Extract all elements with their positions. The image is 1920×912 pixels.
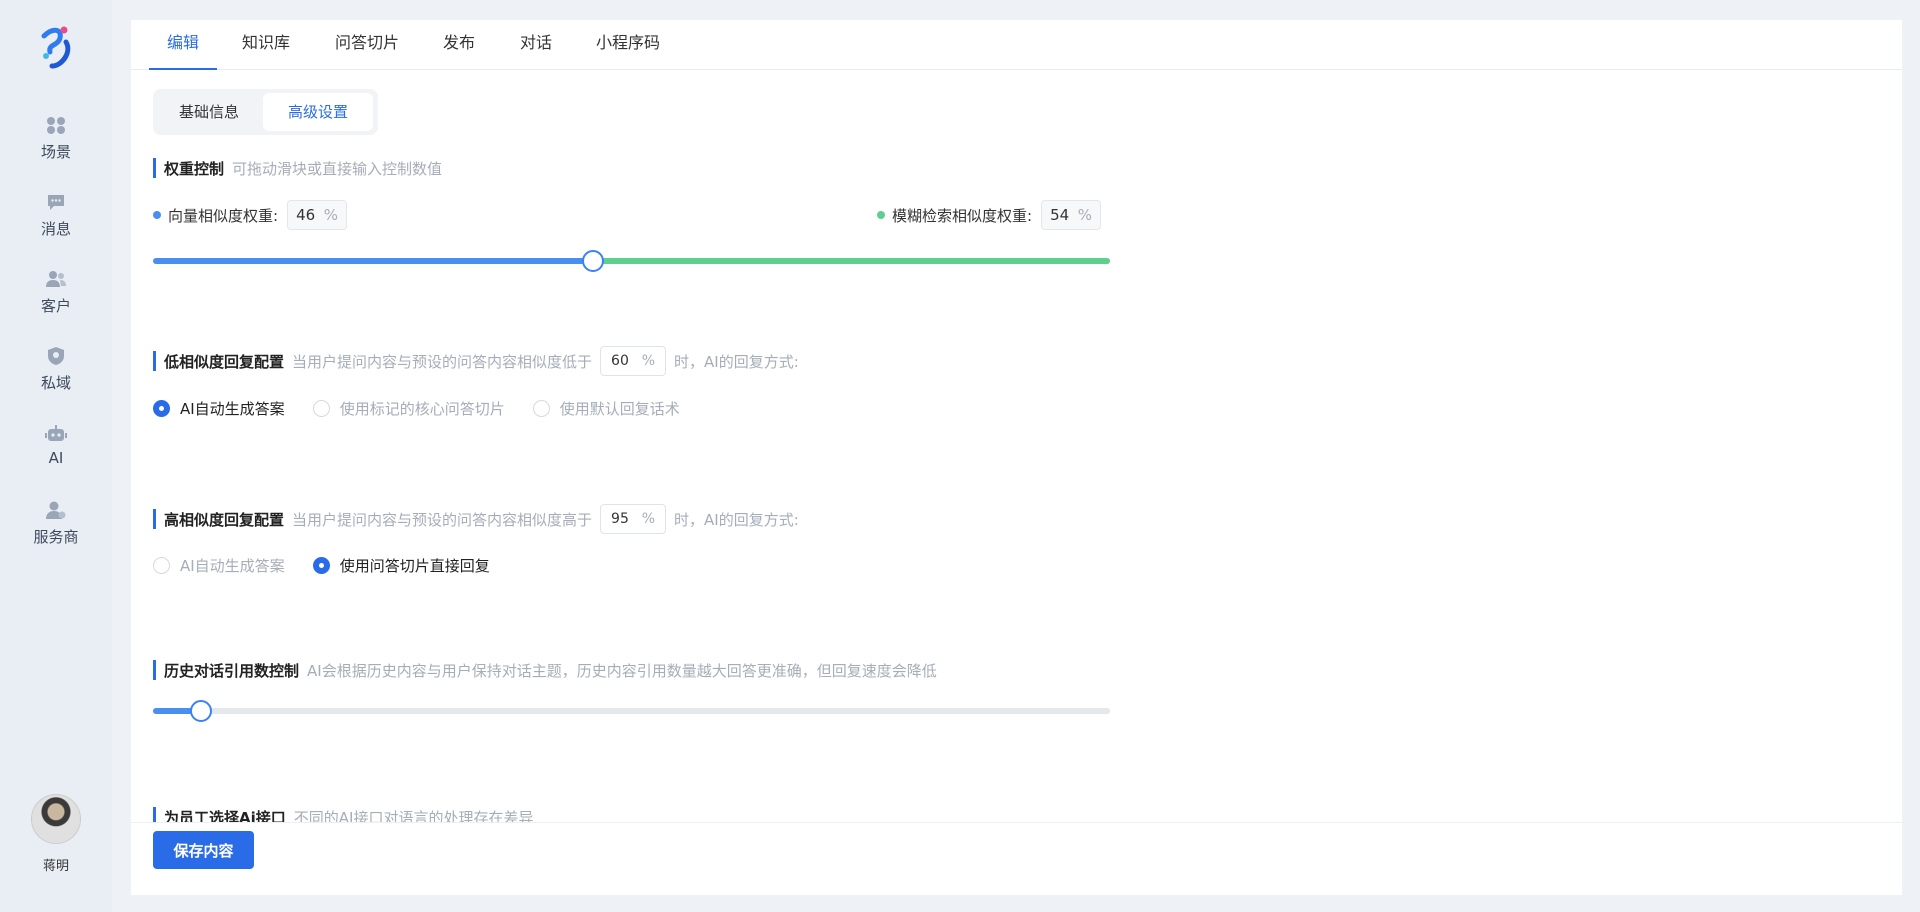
fuzzy-weight-input[interactable]: 54 %: [1041, 200, 1102, 230]
section-title: 历史对话引用数控制: [164, 661, 300, 680]
history-slider-handle[interactable]: [189, 700, 212, 722]
fuzzy-fill: [593, 258, 1110, 264]
radio-circle: [153, 399, 170, 417]
radio-label: 使用默认回复话术: [559, 399, 680, 418]
sidebar: 场景 消息 客户 私域 AI 服务商 蒋明: [0, 0, 112, 912]
user-group-icon: [44, 267, 68, 291]
high-similarity-section: 高相似度回复配置 当用户提问内容与预设的问答内容相似度高于 95 % 时，AI的…: [153, 504, 799, 534]
robot-icon: [44, 421, 68, 445]
user-name: 蒋明: [42, 859, 69, 874]
high-threshold-value: 95: [611, 511, 629, 527]
footer-bar: 保存内容: [131, 822, 1902, 895]
radio-qa-slice-direct[interactable]: 使用问答切片直接回复: [312, 555, 490, 576]
sidebar-item-private[interactable]: 私域: [0, 344, 112, 414]
history-count-section: 历史对话引用数控制 AI会根据历史内容与用户保持对话主题，历史内容引用数量越大回…: [153, 660, 937, 680]
tab-knowledge[interactable]: 知识库: [242, 20, 290, 70]
tab-dialog[interactable]: 对话: [520, 20, 552, 70]
radio-ai-generate[interactable]: AI自动生成答案: [153, 398, 285, 419]
sidebar-item-ai[interactable]: AI: [0, 421, 112, 491]
grid-icon: [44, 113, 68, 137]
section-desc: AI会根据历史内容与用户保持对话主题，历史内容引用数量越大回答更准确，但回复速度…: [307, 661, 937, 680]
service-user-icon: [44, 498, 68, 522]
section-marker: [153, 158, 156, 178]
segment-advanced-settings[interactable]: 高级设置: [263, 93, 373, 131]
tab-edit[interactable]: 编辑: [148, 20, 218, 70]
sidebar-item-label: 消息: [40, 220, 71, 238]
tab-miniprogram-code[interactable]: 小程序码: [596, 20, 660, 70]
unit: %: [1077, 206, 1093, 224]
section-marker: [153, 351, 156, 371]
vector-dot: [153, 211, 161, 219]
tab-publish[interactable]: 发布: [443, 20, 475, 70]
high-similarity-options: AI自动生成答案 使用问答切片直接回复: [153, 554, 518, 576]
vector-weight-label: 向量相似度权重:: [168, 206, 279, 225]
section-desc: 可拖动滑块或直接输入控制数值: [232, 159, 443, 178]
sidebar-item-label: 场景: [40, 143, 71, 161]
low-similarity-options: AI自动生成答案 使用标记的核心问答切片 使用默认回复话术: [153, 397, 708, 419]
save-button[interactable]: 保存内容: [153, 831, 254, 869]
shield-icon: [44, 344, 68, 368]
sidebar-item-label: 私域: [40, 374, 71, 392]
settings-segment: 基础信息 高级设置: [153, 89, 378, 135]
radio-circle: [532, 399, 550, 417]
chat-icon: [44, 190, 68, 214]
sidebar-item-label: 客户: [40, 297, 71, 315]
low-similarity-section: 低相似度回复配置 当用户提问内容与预设的问答内容相似度低于 60 % 时，AI的…: [153, 346, 799, 376]
sidebar-item-service[interactable]: 服务商: [0, 498, 112, 568]
radio-label: 使用标记的核心问答切片: [339, 399, 505, 418]
unit: %: [641, 353, 656, 369]
sidebar-item-scene[interactable]: 场景: [0, 113, 112, 183]
section-title: 低相似度回复配置: [164, 352, 285, 371]
avatar[interactable]: [31, 794, 81, 844]
radio-label: 使用问答切片直接回复: [339, 556, 490, 575]
tab-qa-slices[interactable]: 问答切片: [335, 20, 399, 70]
radio-label: AI自动生成答案: [180, 556, 285, 575]
radio-circle: [153, 556, 170, 574]
section-marker: [153, 509, 156, 529]
radio-circle: [312, 556, 330, 574]
section-desc-suffix: 时，AI的回复方式:: [674, 510, 799, 529]
fuzzy-dot: [877, 211, 885, 219]
vector-weight-value: 46: [296, 206, 316, 224]
section-marker: [153, 660, 156, 680]
vector-weight: 向量相似度权重: 46 %: [153, 200, 348, 230]
sidebar-item-label: 服务商: [33, 528, 79, 546]
app-logo[interactable]: [36, 22, 76, 74]
section-desc: 当用户提问内容与预设的问答内容相似度低于: [292, 352, 593, 371]
vector-weight-input[interactable]: 46 %: [287, 200, 348, 230]
sidebar-item-message[interactable]: 消息: [0, 190, 112, 260]
unit: %: [641, 511, 656, 527]
radio-label: AI自动生成答案: [180, 399, 285, 418]
section-title: 高相似度回复配置: [164, 510, 285, 529]
sidebar-item-customer[interactable]: 客户: [0, 267, 112, 337]
main-panel: 编辑 知识库 问答切片 发布 对话 小程序码 基础信息 高级设置 权重控制 可拖…: [131, 20, 1902, 895]
fuzzy-weight-value: 54: [1050, 206, 1070, 224]
vector-fill: [153, 258, 594, 264]
fuzzy-weight: 模糊检索相似度权重: 54 %: [877, 200, 1102, 230]
section-desc: 当用户提问内容与预设的问答内容相似度高于: [292, 510, 593, 529]
unit: %: [323, 206, 339, 224]
radio-circle: [312, 399, 330, 417]
section-desc-suffix: 时，AI的回复方式:: [674, 352, 799, 371]
history-slider[interactable]: [153, 700, 1110, 722]
radio-ai-generate[interactable]: AI自动生成答案: [153, 555, 285, 576]
low-threshold-input[interactable]: 60 %: [600, 346, 667, 376]
segment-basic-info[interactable]: 基础信息: [157, 93, 261, 131]
high-threshold-input[interactable]: 95 %: [600, 504, 667, 534]
radio-core-qa-slice[interactable]: 使用标记的核心问答切片: [312, 398, 505, 419]
weight-slider-handle[interactable]: [582, 250, 605, 272]
weight-slider[interactable]: [153, 250, 1110, 272]
tab-bar: 编辑 知识库 问答切片 发布 对话 小程序码: [131, 20, 1902, 70]
weight-control-section: 权重控制 可拖动滑块或直接输入控制数值: [153, 158, 442, 178]
radio-default-reply[interactable]: 使用默认回复话术: [532, 398, 680, 419]
low-threshold-value: 60: [611, 353, 629, 369]
sidebar-item-label: AI: [48, 449, 64, 467]
section-title: 权重控制: [164, 159, 225, 178]
fuzzy-weight-label: 模糊检索相似度权重:: [892, 206, 1033, 225]
